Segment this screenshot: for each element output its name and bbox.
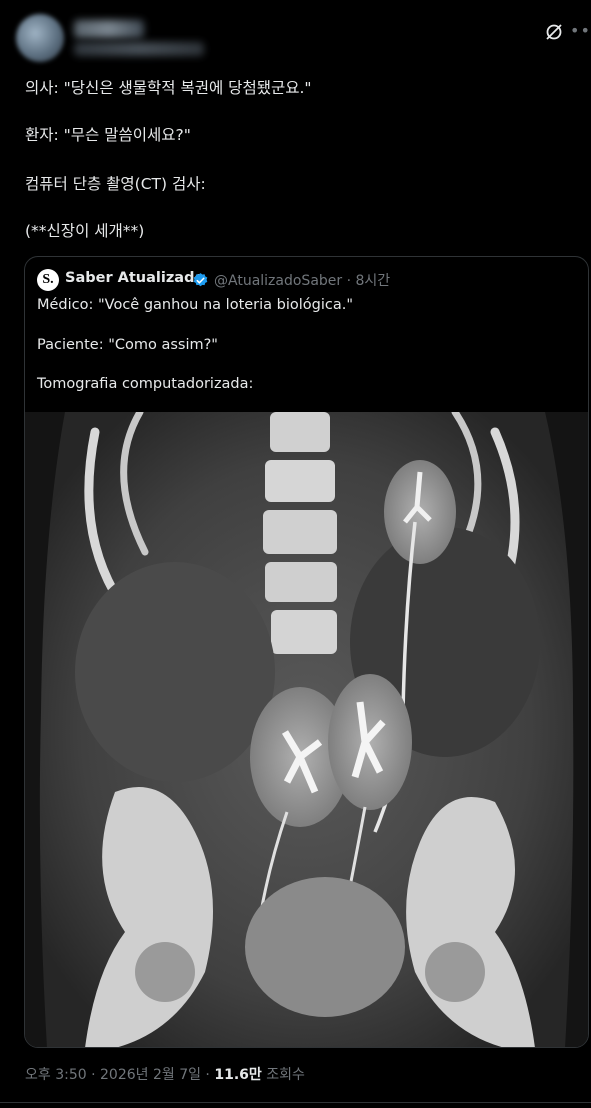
post-meta: 오후 3:50 · 2026년 2월 7일 · 11.6만 조회수 [25,1064,305,1084]
quoted-text-line-1: Médico: "Você ganhou na loteria biológic… [37,297,354,313]
post-text-line-4: (**신장이 세개**) [25,222,145,240]
quoted-author-name[interactable]: Saber Atualizado [65,270,204,286]
quoted-text-line-3: Tomografia computadorizada: [37,376,254,392]
verified-badge-icon [193,273,208,287]
quoted-author-avatar[interactable]: S. [37,269,59,291]
post-timestamp[interactable]: 오후 3:50 · 2026년 2월 7일 · [25,1067,214,1083]
footer-divider [0,1102,591,1103]
post-text-line-3: 컴퓨터 단층 촬영(CT) 검사: [25,175,206,193]
more-options-icon[interactable]: ••• [570,20,591,42]
post-text-line-1: 의사: "당신은 생물학적 복권에 당첨됐군요." [25,79,312,97]
author-handle-blurred[interactable] [74,42,204,56]
quoted-handle-time[interactable]: @AtualizadoSaber · 8시간 [214,270,390,290]
quoted-text-line-2: Paciente: "Como assim?" [37,337,218,353]
post-text-line-2: 환자: "무슨 말씀이세요?" [25,126,191,144]
grok-icon[interactable] [544,22,564,42]
views-count: 11.6만 [214,1067,262,1083]
author-avatar[interactable] [16,14,64,62]
ct-scan-image[interactable] [25,412,588,1048]
quoted-post[interactable]: S. Saber Atualizado @AtualizadoSaber · 8… [24,256,589,1048]
author-name-blurred[interactable] [74,20,144,38]
post-header: ••• [0,0,591,70]
views-label: 조회수 [261,1067,305,1083]
